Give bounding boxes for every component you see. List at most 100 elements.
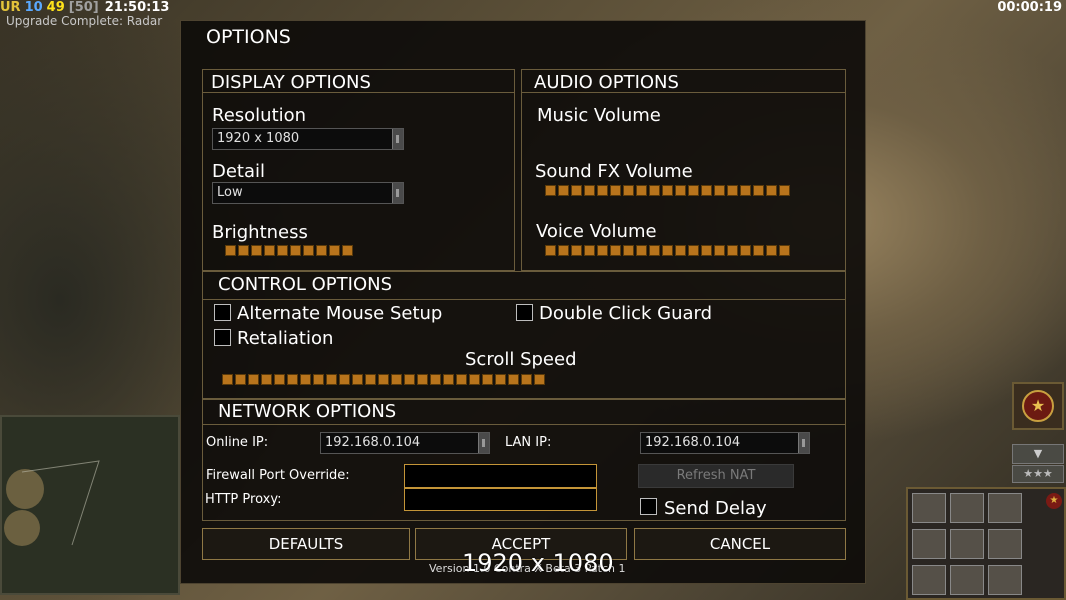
sound-fx-volume-slider[interactable] <box>545 185 790 198</box>
http-proxy-input[interactable] <box>404 488 597 511</box>
double-click-guard-checkbox[interactable] <box>516 304 533 321</box>
game-clock: 21:50:13 <box>104 0 170 15</box>
http-proxy-label: HTTP Proxy: <box>205 492 282 507</box>
dropdown-arrow-icon[interactable] <box>478 433 489 453</box>
slider-segment <box>571 185 582 196</box>
online-ip-dropdown[interactable]: 192.168.0.104 <box>320 432 490 454</box>
slider-segment <box>251 245 262 256</box>
brightness-slider[interactable] <box>225 245 353 258</box>
alternate-mouse-label: Alternate Mouse Setup <box>237 303 443 324</box>
slider-segment <box>430 374 441 385</box>
mission-timer: 00:00:19 <box>997 0 1062 15</box>
dialog-title: OPTIONS <box>206 26 291 48</box>
music-volume-slider[interactable] <box>545 131 807 144</box>
minimap-view-lines <box>21 460 100 546</box>
scroll-speed-slider[interactable] <box>222 374 545 387</box>
slider-segment <box>610 245 621 256</box>
stat-c: [50] <box>68 0 99 15</box>
slider-segment <box>649 185 660 196</box>
lan-ip-dropdown[interactable]: 192.168.0.104 <box>640 432 810 454</box>
send-delay-label: Send Delay <box>664 498 767 519</box>
slider-segment <box>558 245 569 256</box>
network-options-title: NETWORK OPTIONS <box>218 401 397 422</box>
brightness-label: Brightness <box>212 222 308 243</box>
resolution-value: 1920 x 1080 <box>217 131 300 146</box>
slider-segment <box>404 374 415 385</box>
slider-segment <box>225 245 236 256</box>
slider-segment <box>571 245 582 256</box>
slider-segment <box>534 374 545 385</box>
slider-segment <box>326 374 337 385</box>
slider-segment <box>597 245 608 256</box>
slider-segment <box>740 185 751 196</box>
command-slot[interactable] <box>988 529 1022 559</box>
control-options-title: CONTROL OPTIONS <box>218 274 393 295</box>
retaliation-label: Retaliation <box>237 328 334 349</box>
firewall-port-input[interactable] <box>404 464 597 488</box>
send-delay-checkbox[interactable] <box>640 498 657 515</box>
slider-segment <box>521 374 532 385</box>
collapse-arrow-button[interactable]: ▼ <box>1012 444 1064 464</box>
resolution-dropdown[interactable]: 1920 x 1080 <box>212 128 404 150</box>
slider-segment <box>238 245 249 256</box>
slider-segment <box>352 374 363 385</box>
slider-segment <box>482 374 493 385</box>
minimap[interactable] <box>0 415 180 595</box>
command-slot[interactable] <box>912 565 946 595</box>
dropdown-arrow-icon[interactable] <box>392 183 403 203</box>
dropdown-arrow-icon[interactable] <box>392 129 403 149</box>
command-bar[interactable]: ★ <box>906 487 1066 600</box>
slider-segment <box>662 185 673 196</box>
slider-segment <box>753 245 764 256</box>
refresh-nat-button[interactable]: Refresh NAT <box>638 464 794 488</box>
slider-segment <box>248 374 259 385</box>
command-slot[interactable] <box>950 565 984 595</box>
upgrade-notification: Upgrade Complete: Radar <box>6 14 163 28</box>
voice-volume-slider[interactable] <box>545 245 790 258</box>
slider-segment <box>701 185 712 196</box>
slider-segment <box>727 185 738 196</box>
defaults-button[interactable]: DEFAULTS <box>202 528 410 560</box>
slider-segment <box>688 185 699 196</box>
faction-star-icon: ★ <box>1046 493 1062 509</box>
slider-segment <box>365 374 376 385</box>
slider-segment <box>417 374 428 385</box>
divider <box>202 299 846 300</box>
music-volume-label: Music Volume <box>537 105 661 126</box>
slider-segment <box>235 374 246 385</box>
cancel-button[interactable]: CANCEL <box>634 528 846 560</box>
online-ip-value: 192.168.0.104 <box>325 435 421 450</box>
command-slot[interactable] <box>950 493 984 523</box>
slider-segment <box>779 245 790 256</box>
slider-segment <box>610 185 621 196</box>
command-slot[interactable] <box>950 529 984 559</box>
command-slot[interactable] <box>988 565 1022 595</box>
rank-badge[interactable]: ★ <box>1012 382 1064 430</box>
slider-segment <box>558 185 569 196</box>
slider-segment <box>675 245 686 256</box>
slider-segment <box>636 245 647 256</box>
slider-segment <box>456 374 467 385</box>
command-slot[interactable] <box>988 493 1022 523</box>
audio-options-title: AUDIO OPTIONS <box>534 72 679 93</box>
slider-segment <box>274 374 285 385</box>
lan-ip-value: 192.168.0.104 <box>645 435 741 450</box>
slider-segment <box>339 374 350 385</box>
command-slot[interactable] <box>912 493 946 523</box>
dropdown-arrow-icon[interactable] <box>798 433 809 453</box>
voice-volume-label: Voice Volume <box>536 221 657 242</box>
slider-segment <box>779 185 790 196</box>
sound-fx-volume-label: Sound FX Volume <box>535 161 693 182</box>
slider-segment <box>313 374 324 385</box>
slider-segment <box>584 185 595 196</box>
retaliation-checkbox[interactable] <box>214 329 231 346</box>
command-slot[interactable] <box>912 529 946 559</box>
slider-segment <box>623 245 634 256</box>
star-rank-icon: ★ <box>1022 390 1054 422</box>
alternate-mouse-checkbox[interactable] <box>214 304 231 321</box>
slider-segment <box>342 245 353 256</box>
slider-segment <box>264 245 275 256</box>
slider-segment <box>753 185 764 196</box>
detail-dropdown[interactable]: Low <box>212 182 404 204</box>
slider-segment <box>508 374 519 385</box>
